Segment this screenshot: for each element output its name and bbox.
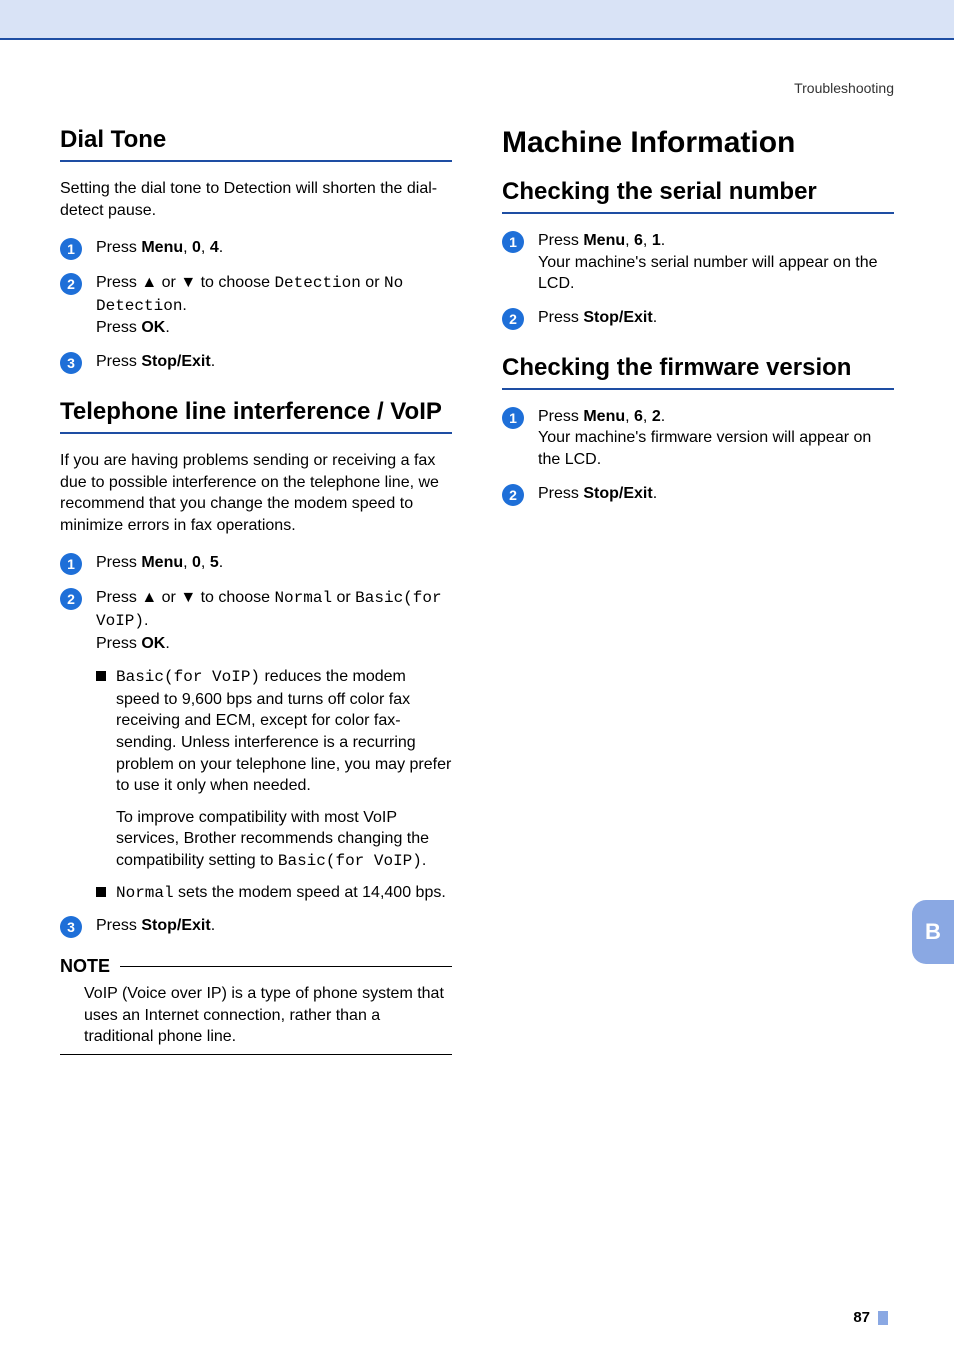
- heading-firmware: Checking the firmware version: [502, 354, 894, 382]
- columns: Dial Tone Setting the dial tone to Detec…: [60, 126, 894, 1055]
- step-number-icon: 3: [60, 916, 82, 938]
- step-text: Press Stop/Exit.: [96, 915, 452, 937]
- heading-rule: [502, 388, 894, 390]
- step-text: Press Menu, 0, 5.: [96, 552, 452, 574]
- square-bullet-icon: [96, 671, 106, 681]
- square-bullet-icon: [96, 887, 106, 897]
- sub-text: Normal sets the modem speed at 14,400 bp…: [116, 882, 452, 905]
- firmware-step-2: 2 Press Stop/Exit.: [502, 483, 894, 506]
- voip-step-3: 3 Press Stop/Exit.: [60, 915, 452, 938]
- dial-tone-step-3: 3 Press Stop/Exit.: [60, 351, 452, 374]
- heading-dial-tone: Dial Tone: [60, 126, 452, 154]
- left-column: Dial Tone Setting the dial tone to Detec…: [60, 126, 452, 1055]
- dial-tone-step-2: 2 Press ▲ or ▼ to choose Detection or No…: [60, 272, 452, 339]
- heading-rule: [60, 432, 452, 434]
- page-body: Troubleshooting Dial Tone Setting the di…: [0, 40, 954, 1350]
- down-arrow-icon: ▼: [180, 589, 196, 606]
- sub-text: Basic(for VoIP) reduces the modem speed …: [116, 666, 452, 797]
- page-marker-icon: [878, 1311, 888, 1325]
- heading-serial: Checking the serial number: [502, 178, 894, 206]
- serial-step-2: 2 Press Stop/Exit.: [502, 307, 894, 330]
- voip-sub-basic: Basic(for VoIP) reduces the modem speed …: [96, 666, 452, 797]
- breadcrumb: Troubleshooting: [60, 80, 894, 96]
- step-number-icon: 1: [502, 231, 524, 253]
- right-column: Machine Information Checking the serial …: [502, 126, 894, 1055]
- step-text: Press ▲ or ▼ to choose Detection or No D…: [96, 272, 452, 339]
- note-label: NOTE: [60, 956, 110, 977]
- voip-intro: If you are having problems sending or re…: [60, 450, 452, 536]
- voip-sub-basic-note: To improve compatibility with most VoIP …: [116, 807, 452, 873]
- step-number-icon: 2: [60, 588, 82, 610]
- step-text: Press Stop/Exit.: [538, 307, 894, 329]
- page-number: 87: [853, 1309, 870, 1326]
- heading-rule: [60, 160, 452, 162]
- step-number-icon: 2: [502, 308, 524, 330]
- step-text: Press Menu, 6, 1. Your machine's serial …: [538, 230, 894, 295]
- note-body: VoIP (Voice over IP) is a type of phone …: [84, 983, 452, 1048]
- note-line: [120, 966, 452, 968]
- voip-step-1: 1 Press Menu, 0, 5.: [60, 552, 452, 575]
- page-footer: 87: [853, 1309, 888, 1326]
- heading-rule: [502, 212, 894, 214]
- up-arrow-icon: ▲: [141, 589, 157, 606]
- voip-step-2: 2 Press ▲ or ▼ to choose Normal or Basic…: [60, 587, 452, 654]
- heading-voip: Telephone line interference / VoIP: [60, 398, 452, 426]
- voip-sub-normal: Normal sets the modem speed at 14,400 bp…: [96, 882, 452, 905]
- step-text: Press Menu, 0, 4.: [96, 237, 452, 259]
- step-number-icon: 1: [60, 553, 82, 575]
- step-number-icon: 2: [502, 484, 524, 506]
- note-header: NOTE: [60, 956, 452, 977]
- down-arrow-icon: ▼: [180, 274, 196, 291]
- up-arrow-icon: ▲: [141, 274, 157, 291]
- dial-tone-intro: Setting the dial tone to Detection will …: [60, 178, 452, 221]
- step-number-icon: 2: [60, 273, 82, 295]
- step-number-icon: 1: [502, 407, 524, 429]
- heading-machine-info: Machine Information: [502, 126, 894, 160]
- top-banner: [0, 0, 954, 40]
- step-text: Press Stop/Exit.: [538, 483, 894, 505]
- step-number-icon: 3: [60, 352, 82, 374]
- step-text: Press Stop/Exit.: [96, 351, 452, 373]
- dial-tone-step-1: 1 Press Menu, 0, 4.: [60, 237, 452, 260]
- note-end-line: [60, 1054, 452, 1056]
- step-number-icon: 1: [60, 238, 82, 260]
- serial-step-1: 1 Press Menu, 6, 1. Your machine's seria…: [502, 230, 894, 295]
- section-tab: B: [912, 900, 954, 964]
- step-text: Press Menu, 6, 2. Your machine's firmwar…: [538, 406, 894, 471]
- firmware-step-1: 1 Press Menu, 6, 2. Your machine's firmw…: [502, 406, 894, 471]
- step-text: Press ▲ or ▼ to choose Normal or Basic(f…: [96, 587, 452, 654]
